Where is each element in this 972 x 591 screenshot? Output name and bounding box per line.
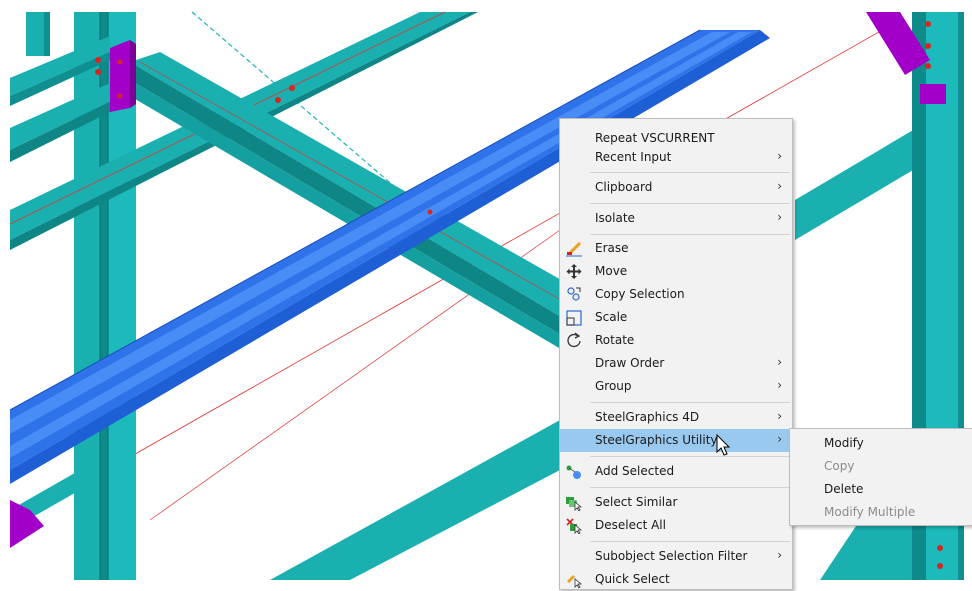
menu-separator (590, 234, 790, 235)
menu-item-label: Repeat VSCURRENT (595, 131, 715, 145)
submenu-item-label: Modify Multiple (824, 505, 916, 519)
menu-item-group[interactable]: Group › (560, 375, 792, 398)
menu-item-label: Draw Order (595, 356, 665, 370)
chevron-right-icon: › (777, 378, 782, 392)
menu-separator (590, 487, 790, 488)
menu-item-label: Subobject Selection Filter (595, 549, 748, 563)
menu-item-draw-order[interactable]: Draw Order › (560, 352, 792, 375)
menu-item-isolate[interactable]: Isolate › (560, 207, 792, 230)
menu-item-recent-input[interactable]: Recent Input › (560, 146, 792, 169)
submenu-item-label: Modify (824, 436, 864, 450)
chevron-right-icon: › (777, 149, 782, 163)
menu-item-add-selected[interactable]: Add Selected (560, 460, 792, 483)
menu-item-clipboard[interactable]: Clipboard › (560, 176, 792, 199)
chevron-right-icon: › (777, 179, 782, 193)
menu-item-select-similar[interactable]: Select Similar (560, 491, 792, 514)
menu-item-label: Deselect All (595, 518, 666, 532)
menu-item-label: SteelGraphics 4D (595, 410, 700, 424)
menu-separator (590, 541, 790, 542)
menu-item-scale[interactable]: Scale (560, 306, 792, 329)
chevron-right-icon: › (777, 548, 782, 562)
chevron-right-icon: › (777, 210, 782, 224)
submenu-item-label: Copy (824, 459, 855, 473)
move-icon (566, 264, 582, 279)
rotate-icon (567, 332, 581, 348)
steelgraphics-utility-submenu: Modify Copy Delete Modify Multiple (789, 428, 972, 526)
menu-item-subobject-selection-filter[interactable]: Subobject Selection Filter › (560, 545, 792, 568)
menu-separator (590, 203, 790, 204)
copy-selection-icon (567, 287, 581, 301)
menu-separator (590, 172, 790, 173)
menu-item-copy-selection[interactable]: Copy Selection (560, 283, 792, 306)
menu-item-label: Clipboard (595, 180, 653, 194)
chevron-right-icon: › (777, 432, 782, 446)
menu-item-steelgraphics-4d[interactable]: SteelGraphics 4D › (560, 406, 792, 429)
menu-item-label: Move (595, 264, 628, 278)
submenu-item-delete[interactable]: Delete (790, 478, 972, 501)
submenu-item-modify-multiple: Modify Multiple (790, 501, 972, 524)
menu-item-label: Copy Selection (595, 287, 685, 301)
menu-item-rotate[interactable]: Rotate (560, 329, 792, 352)
chevron-right-icon: › (777, 355, 782, 369)
context-menu: Repeat VSCURRENT Recent Input › Clipboar… (559, 118, 793, 590)
menu-item-move[interactable]: Move (560, 260, 792, 283)
menu-separator (590, 456, 790, 457)
mouse-cursor-icon (716, 434, 731, 456)
menu-item-label: Isolate (595, 211, 635, 225)
menu-item-deselect-all[interactable]: Deselect All (560, 514, 792, 537)
erase-icon (566, 241, 582, 257)
menu-item-label: Select Similar (595, 495, 678, 509)
select-similar-icon (566, 497, 583, 511)
add-selected-icon (566, 465, 581, 479)
menu-item-label: Group (595, 379, 632, 393)
submenu-item-modify[interactable]: Modify (790, 432, 972, 455)
menu-item-erase[interactable]: Erase (560, 237, 792, 260)
menu-item-label: Scale (595, 310, 628, 324)
menu-item-label: Erase (595, 241, 629, 255)
menu-item-steelgraphics-utility[interactable]: SteelGraphics Utility › (560, 429, 792, 452)
scale-icon (566, 310, 582, 326)
submenu-item-label: Delete (824, 482, 864, 496)
menu-item-label: Add Selected (595, 464, 675, 478)
deselect-all-icon (566, 518, 583, 534)
menu-item-label: Recent Input (595, 150, 672, 164)
menu-item-label: SteelGraphics Utility (595, 433, 718, 447)
menu-item-label: Quick Select (595, 572, 670, 586)
menu-separator (590, 402, 790, 403)
submenu-item-copy: Copy (790, 455, 972, 478)
menu-item-label: Rotate (595, 333, 635, 347)
chevron-right-icon: › (777, 409, 782, 423)
